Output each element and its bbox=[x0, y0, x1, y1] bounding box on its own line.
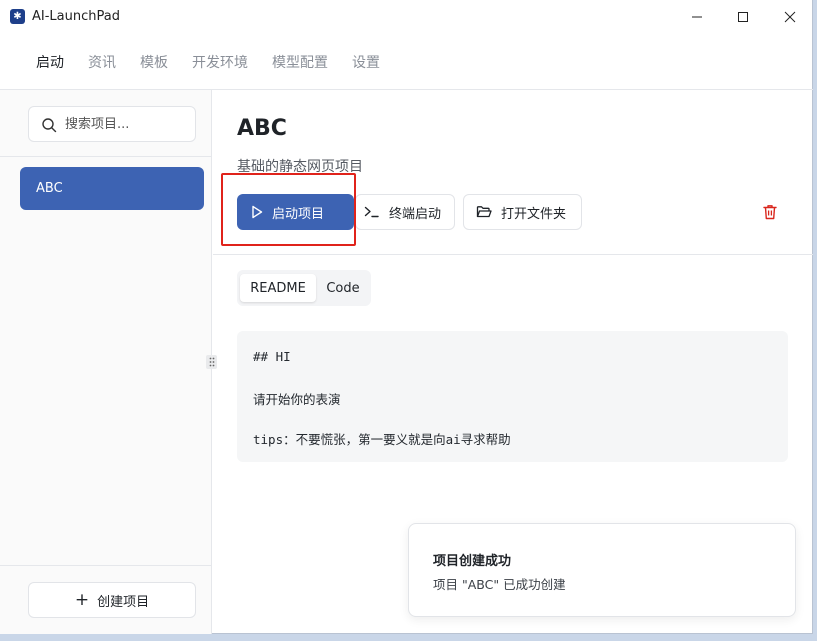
title-bar: ✱ AI-LaunchPad bbox=[0, 0, 813, 34]
project-description: 基础的静态网页项目 bbox=[237, 159, 363, 175]
folder-open-icon bbox=[476, 206, 492, 218]
maximize-icon bbox=[738, 12, 748, 22]
plus-icon: + bbox=[74, 589, 90, 610]
project-title: ABC bbox=[237, 116, 287, 141]
open-folder-button[interactable]: 打开文件夹 bbox=[463, 194, 582, 230]
app-logo-icon: ✱ bbox=[10, 9, 25, 24]
sidebar-divider bbox=[0, 156, 212, 157]
menu-item-settings[interactable]: 设置 bbox=[352, 52, 380, 72]
toast-notification: 项目创建成功 项目 "ABC" 已成功创建 bbox=[408, 523, 796, 617]
drag-dots-icon bbox=[209, 357, 214, 367]
play-icon bbox=[252, 205, 263, 219]
minimize-icon bbox=[692, 16, 702, 18]
content-tabs: README Code bbox=[237, 270, 371, 306]
menu-item-templates[interactable]: 模板 bbox=[140, 52, 168, 72]
menu-item-model-config[interactable]: 模型配置 bbox=[272, 52, 328, 72]
trash-icon bbox=[763, 205, 777, 220]
project-sidebar: ABC + 创建项目 bbox=[0, 90, 212, 634]
terminal-start-label: 终端启动 bbox=[389, 206, 442, 222]
toast-message: 项目 "ABC" 已成功创建 bbox=[433, 577, 566, 592]
minimize-button[interactable] bbox=[674, 0, 720, 34]
close-icon bbox=[784, 11, 796, 23]
project-list-item[interactable]: ABC bbox=[20, 167, 204, 210]
maximize-button[interactable] bbox=[720, 0, 766, 34]
create-project-button[interactable]: + 创建项目 bbox=[28, 582, 196, 618]
start-project-label: 启动项目 bbox=[272, 206, 325, 222]
readme-line: 请开始你的表演 bbox=[253, 392, 341, 407]
toast-title: 项目创建成功 bbox=[433, 554, 512, 569]
search-input[interactable] bbox=[65, 107, 193, 141]
terminal-icon bbox=[364, 206, 379, 218]
search-box bbox=[28, 106, 196, 142]
content-divider bbox=[213, 254, 813, 255]
menu-item-news[interactable]: 资讯 bbox=[88, 52, 116, 72]
create-project-label: 创建项目 bbox=[97, 594, 150, 610]
tab-code[interactable]: Code bbox=[319, 274, 367, 302]
start-project-button[interactable]: 启动项目 bbox=[237, 194, 354, 230]
app-window: ✱ AI-LaunchPad 启动 资讯 模板 开发环境 模型配置 设置 ABC bbox=[0, 0, 813, 634]
readme-line: ## HI bbox=[253, 349, 291, 364]
readme-content: ## HI 请开始你的表演 tips：不要慌张，第一要义就是向ai寻求帮助 bbox=[237, 331, 788, 462]
menu-item-dev-env[interactable]: 开发环境 bbox=[192, 52, 248, 72]
close-button[interactable] bbox=[767, 0, 813, 34]
tab-readme[interactable]: README bbox=[240, 274, 316, 302]
readme-line: tips：不要慌张，第一要义就是向ai寻求帮助 bbox=[253, 432, 511, 447]
open-folder-label: 打开文件夹 bbox=[501, 206, 567, 222]
panel-resize-handle[interactable] bbox=[206, 355, 217, 369]
menu-item-launch[interactable]: 启动 bbox=[36, 52, 64, 72]
search-icon bbox=[42, 118, 57, 133]
main-menu: 启动 资讯 模板 开发环境 模型配置 设置 bbox=[0, 34, 813, 90]
window-title: AI-LaunchPad bbox=[32, 9, 120, 24]
sidebar-divider bbox=[0, 565, 212, 566]
terminal-start-button[interactable]: 终端启动 bbox=[355, 194, 455, 230]
delete-project-button[interactable] bbox=[760, 202, 780, 222]
